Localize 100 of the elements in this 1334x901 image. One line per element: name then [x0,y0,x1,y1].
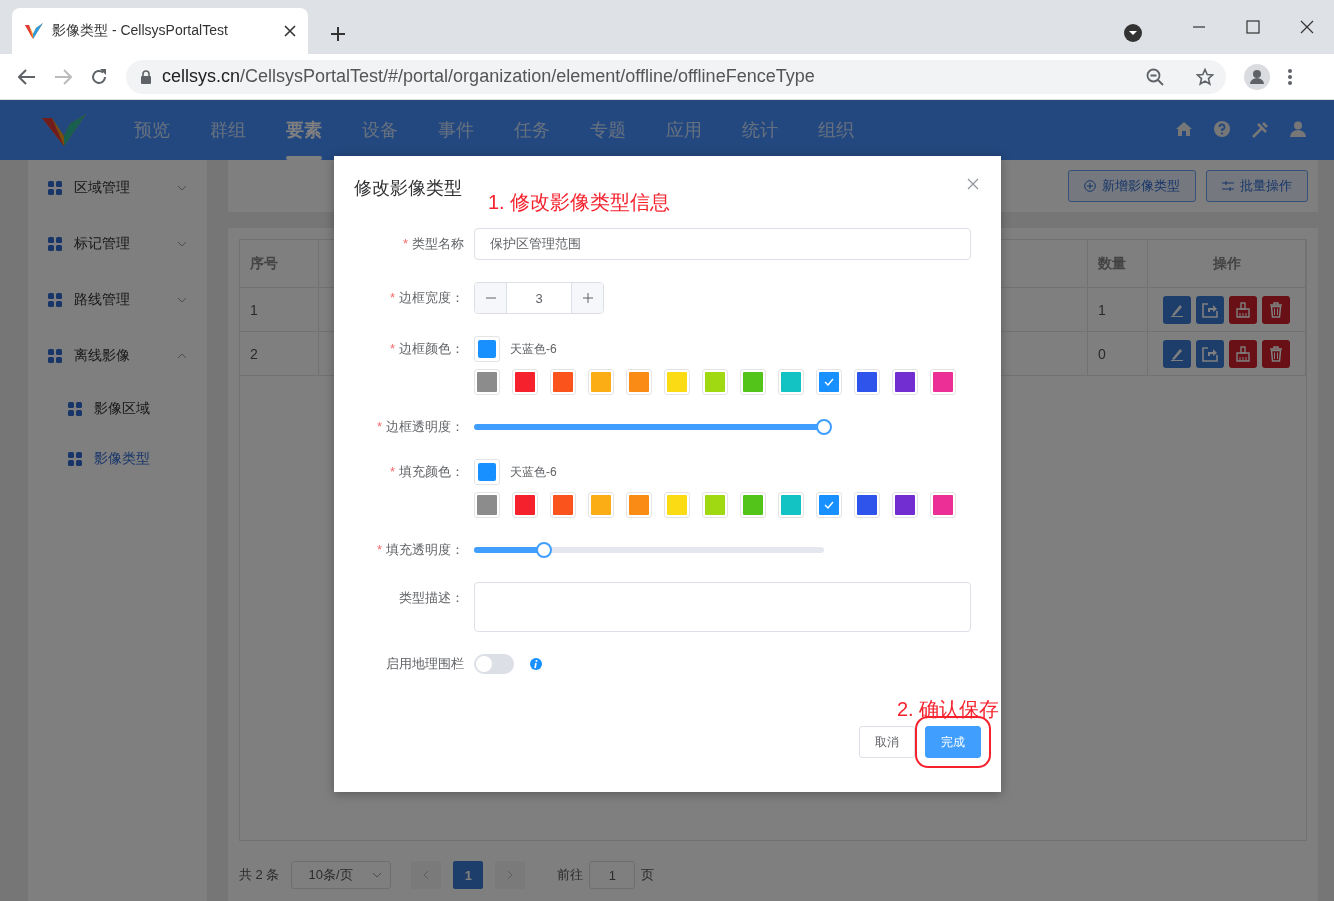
grid-icon [48,293,62,307]
color-swatch[interactable] [626,492,652,518]
table-cell: 0 [1088,332,1148,376]
grid-icon [68,452,82,466]
menu-icon[interactable] [1288,68,1292,85]
name-input[interactable]: 保护区管理范围 [474,228,971,260]
delete-button[interactable] [1262,295,1290,324]
color-swatch[interactable] [588,492,614,518]
trash-icon [1269,301,1283,318]
color-swatch[interactable] [474,369,500,395]
goto-label: 前往 [557,866,584,884]
sidebar-item[interactable]: 离线影像 [28,328,207,384]
color-swatch[interactable] [740,492,766,518]
clear-button[interactable] [1229,295,1257,324]
color-swatch[interactable] [664,492,690,518]
page-size-select[interactable]: 10条/页 [291,861,392,889]
back-icon[interactable] [18,68,36,85]
clear-button[interactable] [1229,339,1257,368]
sidebar-subitem[interactable]: 影像区域 [28,384,207,434]
color-swatch[interactable] [512,492,538,518]
cancel-button[interactable]: 取消 [859,726,915,758]
color-swatch[interactable] [778,492,804,518]
color-swatch[interactable] [854,492,880,518]
color-swatch[interactable] [664,369,690,395]
zoom-out-icon[interactable] [1146,67,1164,86]
maximize-icon[interactable] [1246,20,1260,34]
color-name: 天蓝色-6 [510,340,557,358]
color-swatch[interactable] [816,369,842,395]
sidebar-item[interactable]: 路线管理 [28,272,207,328]
plus-icon[interactable] [330,26,346,42]
add-button[interactable]: 新增影像类型 [1068,170,1196,202]
grid-icon [68,402,82,416]
page-input[interactable]: 1 [589,861,636,889]
star-icon[interactable] [1196,67,1214,86]
slider-thumb[interactable] [816,419,832,435]
color-swatch[interactable] [854,369,880,395]
sidebar-item-label: 影像类型 [94,450,151,468]
nav-item[interactable]: 群组 [190,100,266,160]
check-icon [824,501,834,509]
color-swatch[interactable] [930,369,956,395]
sidebar-item[interactable]: 标记管理 [28,216,207,272]
delete-button[interactable] [1262,339,1290,368]
user-icon[interactable] [1290,121,1306,137]
browser-tab[interactable]: 影像类型 - CellsysPortalTest [12,8,308,54]
dropdown-icon[interactable] [1124,24,1142,42]
home-icon[interactable] [1175,121,1193,137]
color-swatch[interactable] [550,492,576,518]
color-swatch[interactable] [588,369,614,395]
color-swatch[interactable] [892,492,918,518]
color-swatch[interactable] [550,369,576,395]
grid-icon [48,349,62,363]
current-color-swatch[interactable] [474,336,500,362]
color-swatch[interactable] [930,492,956,518]
description-input[interactable] [474,582,971,632]
nav-item[interactable]: 预览 [114,100,190,160]
forward-icon[interactable] [54,68,72,85]
tab-title: 影像类型 - CellsysPortalTest [52,22,229,40]
field-label: * 填充颜色： [388,463,464,481]
tools-icon[interactable] [1251,121,1269,139]
sidebar-item-label: 路线管理 [74,291,131,309]
info-icon[interactable] [530,658,542,670]
plus-circle-icon [1084,180,1096,192]
toggle-switch[interactable] [474,654,514,674]
edit-button[interactable] [1163,295,1191,324]
color-swatch[interactable] [474,492,500,518]
broom-icon [1235,301,1251,318]
help-icon[interactable] [1214,121,1230,137]
close-icon[interactable] [1300,20,1314,34]
current-color-swatch[interactable] [474,459,500,485]
field-label: 类型描述： [398,589,464,607]
page-suffix: 页 [641,866,655,884]
color-name: 天蓝色-6 [510,463,557,481]
number-stepper[interactable]: 3 [474,282,604,314]
page-button[interactable]: 1 [453,861,484,889]
profile-icon[interactable] [1244,63,1270,90]
total-count: 共 2 条 [239,866,280,884]
close-icon[interactable] [284,25,296,37]
color-swatch[interactable] [702,492,728,518]
export-button[interactable] [1196,295,1224,324]
logo-icon [24,22,44,40]
color-swatch[interactable] [740,369,766,395]
color-swatch[interactable] [778,369,804,395]
annotation-note: 1. 修改影像类型信息 [488,190,671,215]
color-swatch[interactable] [816,492,842,518]
export-button[interactable] [1196,339,1224,368]
sidebar-item-label: 影像区域 [94,400,151,418]
nav-item[interactable]: 要素 [266,100,342,160]
edit-button[interactable] [1163,339,1191,368]
sidebar-item[interactable]: 区域管理 [28,160,207,216]
color-swatch[interactable] [702,369,728,395]
column-header: 数量 [1088,240,1148,288]
color-swatch[interactable] [512,369,538,395]
slider-thumb[interactable] [536,542,552,558]
color-swatch[interactable] [892,369,918,395]
table-cell: 2 [240,332,319,376]
sidebar-subitem[interactable]: 影像类型 [28,434,207,484]
field-label: * 填充透明度： [375,541,464,559]
color-swatch[interactable] [626,369,652,395]
reload-icon[interactable] [90,67,108,86]
batch-button[interactable]: 批量操作 [1206,170,1308,202]
